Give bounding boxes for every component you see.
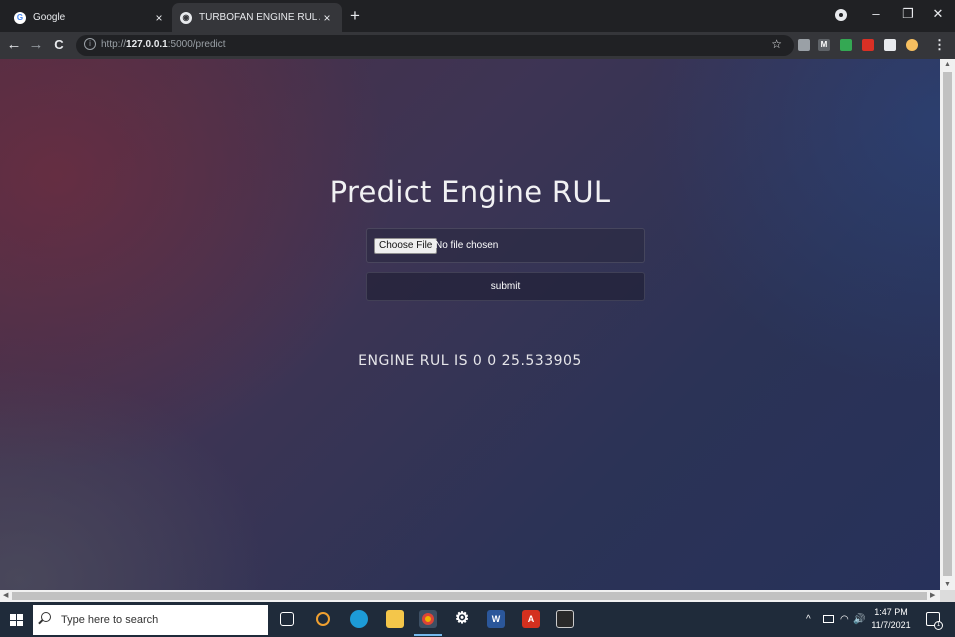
- scroll-up-icon[interactable]: ▲: [940, 61, 955, 68]
- scroll-right-icon[interactable]: ▶: [930, 591, 935, 599]
- clock-date: 11/7/2021: [871, 620, 911, 630]
- extension-icon[interactable]: [798, 39, 810, 51]
- tab-close-icon[interactable]: ×: [320, 11, 334, 25]
- task-view-icon[interactable]: [280, 612, 294, 626]
- settings-gear-icon[interactable]: ⚙: [453, 610, 471, 628]
- browser-toolbar: ← → C i http://127.0.0.1:5000/predict ☆ …: [0, 32, 955, 59]
- google-icon: G: [14, 11, 26, 24]
- acrobat-icon[interactable]: A: [522, 610, 540, 628]
- info-icon[interactable]: i: [84, 38, 96, 50]
- avatar[interactable]: [906, 39, 918, 51]
- taskbar-clock[interactable]: 1:47 PM 11/7/2021: [868, 606, 914, 632]
- restore-button[interactable]: ❐: [898, 6, 918, 22]
- volume-icon[interactable]: 🔊: [853, 614, 865, 625]
- notification-badge: 1: [934, 621, 943, 630]
- result-text: ENGINE RUL IS 0 0 25.533905: [358, 353, 582, 369]
- word-icon[interactable]: W: [487, 610, 505, 628]
- extension-icon[interactable]: M: [818, 39, 830, 51]
- minimize-button[interactable]: –: [866, 6, 886, 21]
- notification-icon[interactable]: 1: [926, 612, 943, 630]
- bookmark-star-icon[interactable]: ☆: [771, 37, 782, 51]
- taskbar-search-input[interactable]: Type here to search: [33, 605, 268, 635]
- address-bar[interactable]: i http://127.0.0.1:5000/predict ☆: [76, 35, 794, 56]
- tab-close-icon[interactable]: ×: [152, 11, 166, 25]
- profile-icon[interactable]: [835, 9, 847, 21]
- windows-start-icon[interactable]: [10, 614, 23, 626]
- terminal-icon[interactable]: [556, 610, 574, 628]
- cortana-icon[interactable]: [316, 612, 330, 626]
- extension-icon[interactable]: [840, 39, 852, 51]
- menu-kebab-icon[interactable]: ⋮: [933, 37, 946, 53]
- extension-icon[interactable]: [862, 39, 874, 51]
- horizontal-scrollbar[interactable]: ◀ ▶: [0, 590, 940, 602]
- battery-icon[interactable]: [823, 615, 834, 623]
- choose-file-button[interactable]: Choose File: [374, 238, 438, 254]
- wifi-icon[interactable]: ◠: [840, 614, 849, 625]
- chrome-icon[interactable]: [414, 610, 442, 636]
- close-window-button[interactable]: ✕: [928, 6, 948, 22]
- tab-turbofan-api[interactable]: ◉ TURBOFAN ENGINE RUL API ×: [172, 3, 342, 32]
- edge-icon[interactable]: [350, 610, 368, 628]
- tab-google[interactable]: G Google ×: [6, 3, 174, 32]
- search-placeholder: Type here to search: [61, 614, 159, 626]
- scroll-down-icon[interactable]: ▼: [940, 581, 955, 588]
- globe-icon: ◉: [180, 11, 192, 24]
- new-tab-button[interactable]: +: [346, 6, 364, 26]
- screen: G Google × ◉ TURBOFAN ENGINE RUL API × +…: [0, 0, 955, 637]
- taskbar: Type here to search ⚙ W A ^ ◠ 🔊 1:47 PM …: [0, 602, 955, 637]
- file-input[interactable]: Choose File No file chosen: [366, 228, 645, 263]
- scroll-left-icon[interactable]: ◀: [3, 591, 8, 599]
- search-icon: [41, 612, 51, 622]
- page-viewport: Predict Engine RUL Choose File No file c…: [0, 59, 940, 590]
- submit-button[interactable]: submit: [366, 272, 645, 301]
- scroll-thumb[interactable]: [943, 72, 952, 576]
- tab-strip: G Google × ◉ TURBOFAN ENGINE RUL API × +…: [0, 0, 955, 32]
- address-url: http://127.0.0.1:5000/predict: [101, 39, 226, 50]
- page-title: Predict Engine RUL: [329, 175, 611, 209]
- file-status: No file chosen: [435, 240, 499, 251]
- extensions-puzzle-icon[interactable]: [884, 39, 896, 51]
- tab-title: TURBOFAN ENGINE RUL API: [199, 12, 320, 23]
- back-button[interactable]: ←: [5, 36, 23, 54]
- tray-chevron-icon[interactable]: ^: [806, 614, 811, 625]
- vertical-scrollbar[interactable]: ▲ ▼: [940, 59, 955, 590]
- reload-button[interactable]: C: [50, 36, 68, 54]
- forward-button[interactable]: →: [27, 36, 45, 54]
- clock-time: 1:47 PM: [874, 607, 908, 617]
- file-explorer-icon[interactable]: [386, 610, 404, 628]
- tab-title: Google: [33, 12, 66, 23]
- scroll-thumb[interactable]: [12, 592, 927, 600]
- scrollbar-corner: [940, 590, 955, 602]
